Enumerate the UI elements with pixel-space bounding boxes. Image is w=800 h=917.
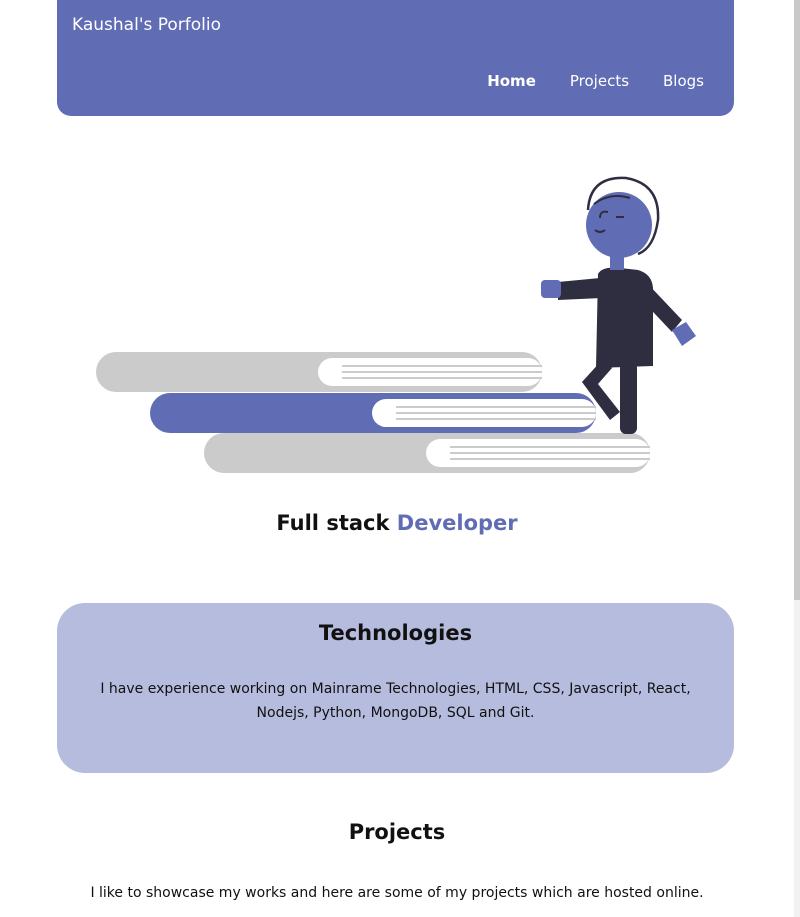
projects-description: I like to showcase my works and here are…: [90, 885, 704, 901]
nav-links: Home Projects Blogs: [487, 72, 704, 90]
technologies-description: I have experience working on Mainrame Te…: [100, 681, 691, 721]
navbar: Kaushal's Porfolio Home Projects Blogs: [57, 0, 734, 116]
tagline-accent: Developer: [396, 511, 518, 535]
nav-link-blogs[interactable]: Blogs: [663, 72, 704, 90]
page: Kaushal's Porfolio Home Projects Blogs F…: [0, 0, 794, 917]
hero-tagline: Full stack Developer: [0, 511, 794, 535]
book-top: [96, 352, 542, 392]
projects-title: Projects: [348, 820, 446, 844]
scrollbar-thumb[interactable]: [794, 0, 800, 600]
technologies-card: Technologies I have experience working o…: [57, 603, 734, 773]
technologies-title: Technologies: [318, 621, 473, 645]
book-bottom: [204, 433, 650, 473]
nav-link-home[interactable]: Home: [487, 72, 536, 90]
brand-link[interactable]: Kaushal's Porfolio: [72, 15, 221, 35]
tagline-prefix: Full stack: [276, 511, 390, 535]
nav-link-projects[interactable]: Projects: [570, 72, 629, 90]
hero-illustration: [96, 176, 696, 473]
scrollbar-track[interactable]: [794, 0, 800, 917]
book-middle: [150, 393, 596, 433]
